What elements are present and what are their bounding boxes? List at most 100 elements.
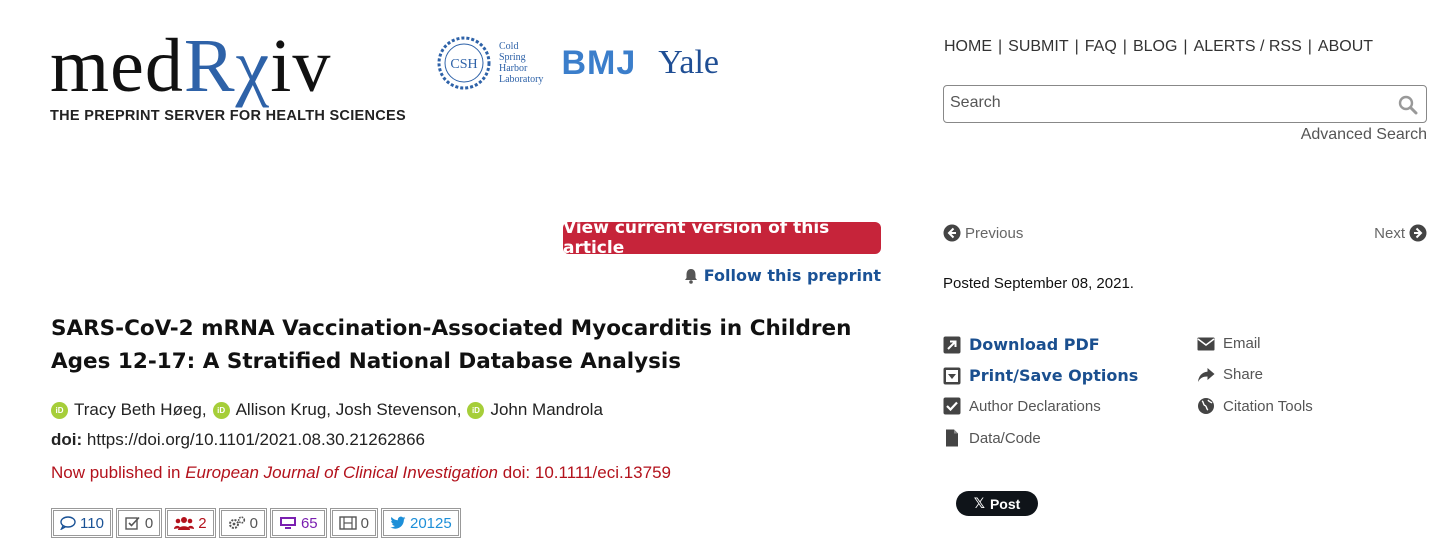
share-arrow-icon — [1198, 367, 1215, 382]
nav-separator: | — [998, 38, 1003, 55]
nav-faq[interactable]: FAQ — [1085, 38, 1117, 56]
doi-line: doi: https://doi.org/10.1101/2021.08.30.… — [51, 430, 425, 450]
envelope-icon — [1197, 337, 1215, 350]
next-link[interactable]: Next — [1374, 224, 1427, 242]
twitter-icon — [390, 516, 406, 529]
email-link[interactable]: Email — [1197, 335, 1261, 352]
checkbox-icon — [125, 516, 140, 530]
published-doi-link[interactable]: doi: 10.1111/eci.13759 — [498, 463, 671, 482]
metric-value: 0 — [144, 514, 154, 532]
print-save-options-link[interactable]: Print/Save Options — [943, 366, 1138, 385]
logo-rx: Rχ — [183, 24, 271, 108]
metric-value: 110 — [80, 514, 104, 532]
author: iD Tracy Beth Høeg, — [51, 400, 207, 420]
metric-value: 20125 — [409, 514, 452, 532]
users-icon — [174, 517, 195, 530]
post-label: Post — [989, 495, 1021, 512]
csh-line: Spring — [499, 52, 526, 63]
orcid-icon[interactable]: iD — [467, 401, 485, 419]
metric-views[interactable]: 65 — [269, 508, 327, 538]
author-name[interactable]: Tracy Beth Høeg — [74, 400, 202, 420]
metric-cogs[interactable]: 0 — [218, 508, 267, 538]
download-pdf-label: Download PDF — [969, 335, 1100, 354]
medrxiv-logo[interactable]: medRχiv THE PREPRINT SERVER FOR HEALTH S… — [50, 28, 406, 124]
metric-value: 0 — [249, 514, 258, 532]
author: iD Allison Krug, Josh Stevenson, — [212, 400, 462, 420]
published-notice: Now published in European Journal of Cli… — [51, 463, 671, 483]
view-current-version-button[interactable]: View current version of this article — [563, 218, 881, 258]
previous-label: Previous — [965, 224, 1024, 242]
checkbox-checked-icon — [943, 397, 961, 415]
article-title: SARS-CoV-2 mRNA Vaccination-Associated M… — [51, 316, 852, 374]
download-pdf-link[interactable]: Download PDF — [943, 335, 1100, 354]
metric-comments[interactable]: 110 — [51, 508, 113, 538]
csh-logo-icon[interactable]: CSH — [435, 34, 493, 92]
next-label: Next — [1374, 224, 1405, 242]
nav-separator: | — [1122, 38, 1127, 55]
nav-separator: | — [1307, 38, 1312, 55]
metric-twitter[interactable]: 20125 — [380, 508, 461, 538]
doi-link[interactable]: https://doi.org/10.1101/2021.08.30.21262… — [87, 430, 425, 449]
csh-line: Harbor — [499, 63, 528, 74]
orcid-icon[interactable]: iD — [212, 401, 230, 419]
bell-icon — [684, 268, 697, 284]
data-code-link[interactable]: Data/Code — [943, 429, 1041, 447]
author-name[interactable]: Allison Krug, Josh Stevenson, — [236, 400, 462, 420]
metric-video[interactable]: 0 — [329, 508, 378, 538]
metric-reviews[interactable]: 0 — [115, 508, 163, 538]
metric-value: 0 — [360, 514, 369, 532]
doi-label: doi: — [51, 430, 83, 449]
logo-tagline: THE PREPRINT SERVER FOR HEALTH SCIENCES — [50, 108, 406, 124]
nav-submit[interactable]: SUBMIT — [1008, 38, 1068, 56]
share-link[interactable]: Share — [1197, 366, 1263, 383]
search-icon[interactable] — [1398, 95, 1418, 115]
film-icon — [338, 516, 357, 530]
nav-about[interactable]: ABOUT — [1318, 38, 1373, 56]
top-navigation: HOME | SUBMIT | FAQ | BLOG | ALERTS / RSS | A… — [944, 38, 1373, 56]
yale-logo[interactable]: Yale — [658, 44, 719, 82]
citation-tools-label: Citation Tools — [1223, 397, 1313, 415]
author-declarations-link[interactable]: Author Declarations — [943, 397, 1101, 415]
orcid-icon[interactable]: iD — [51, 401, 68, 419]
csh-line: Laboratory — [499, 74, 544, 85]
nav-home[interactable]: HOME — [944, 38, 992, 56]
email-label: Email — [1223, 335, 1261, 352]
logo-iv: iv — [270, 24, 332, 108]
published-prefix: Now published in — [51, 463, 186, 482]
altmetrics-bar: 110 0 2 0 65 0 20125 — [51, 508, 464, 538]
arrow-right-circle-icon — [1409, 224, 1427, 242]
published-journal-link[interactable]: European Journal of Clinical Investigati… — [185, 463, 498, 482]
csh-line: Cold — [499, 41, 519, 52]
file-icon — [946, 429, 958, 447]
author-list: iD Tracy Beth Høeg, iD Allison Krug, Jos… — [51, 400, 603, 420]
posted-date: Posted September 08, 2021. — [943, 275, 1134, 292]
nav-blog[interactable]: BLOG — [1133, 38, 1177, 56]
author-name[interactable]: John Mandrola — [490, 400, 602, 420]
search-input[interactable] — [950, 94, 1390, 112]
author-declarations-label: Author Declarations — [969, 397, 1101, 415]
data-code-label: Data/Code — [969, 429, 1041, 447]
follow-preprint-link[interactable]: Follow this preprint — [684, 266, 881, 285]
csh-badge-text: CSH — [450, 57, 477, 72]
metric-value: 65 — [300, 514, 318, 532]
metric-value: 2 — [198, 514, 207, 532]
citation-tools-link[interactable]: Citation Tools — [1197, 397, 1313, 415]
logo-med: med — [50, 24, 184, 108]
nav-alerts-rss[interactable]: ALERTS / RSS — [1194, 38, 1302, 56]
author: iD John Mandrola — [467, 400, 603, 420]
cogs-icon — [228, 516, 245, 529]
bmj-logo[interactable]: BMJ — [561, 44, 636, 83]
share-label: Share — [1223, 366, 1264, 383]
caret-square-down-icon — [943, 367, 961, 384]
metric-users[interactable]: 2 — [165, 508, 216, 538]
advanced-search-link[interactable]: Advanced Search — [1301, 126, 1427, 144]
print-save-label: Print/Save Options — [969, 366, 1139, 385]
globe-icon — [1198, 398, 1214, 414]
logo-wordmark: medRχiv — [50, 28, 406, 104]
author-separator: , — [201, 400, 207, 419]
x-post-button[interactable]: 𝕏 Post — [956, 491, 1038, 516]
nav-separator: | — [1183, 38, 1188, 55]
csh-name: Cold Spring Harbor Laboratory — [499, 41, 543, 85]
previous-link[interactable]: Previous — [943, 224, 1023, 242]
monitor-icon — [279, 517, 296, 529]
